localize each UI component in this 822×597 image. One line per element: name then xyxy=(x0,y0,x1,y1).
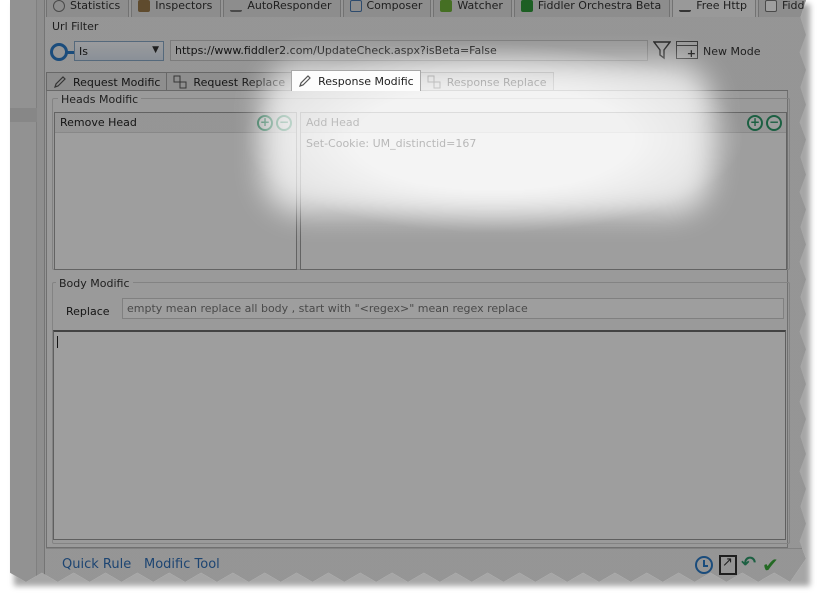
free-http-icon xyxy=(679,0,692,12)
tab-inspectors[interactable]: Inspectors xyxy=(131,0,222,17)
new-mode-icon[interactable]: + xyxy=(676,41,698,59)
add-head-header: Add Head + − xyxy=(301,113,786,133)
vertical-splitter[interactable] xyxy=(37,0,45,582)
autoresponder-icon xyxy=(230,0,243,12)
orchestra-icon xyxy=(520,0,533,12)
session-row-highlight xyxy=(10,108,37,122)
remove-head-panel: Remove Head + − xyxy=(54,112,297,270)
popout-icon[interactable] xyxy=(719,555,737,575)
tab-request-modific[interactable]: Request Modific xyxy=(46,72,168,91)
statistics-icon xyxy=(53,0,65,12)
replace-input[interactable]: empty mean replace all body , start with… xyxy=(122,298,784,319)
new-mode-label[interactable]: New Mode xyxy=(703,45,760,58)
add-head-button[interactable]: + xyxy=(747,115,763,131)
tab-autoresponder[interactable]: AutoResponder xyxy=(223,0,341,17)
url-match-value: Is xyxy=(79,44,88,58)
delete-remove-head-button[interactable]: − xyxy=(276,115,292,131)
clock-icon[interactable] xyxy=(695,556,713,574)
fiddler-freehttp-window: Statistics Inspectors AutoResponder Comp… xyxy=(10,0,806,582)
replace-icon xyxy=(173,75,187,89)
body-modific-legend: Body Modific xyxy=(56,277,133,290)
add-head-panel: Add Head + − Set-Cookie: UM_distinctid=1… xyxy=(300,112,787,270)
fiddlerscript-icon xyxy=(764,0,777,12)
tab-watcher[interactable]: Watcher xyxy=(433,0,512,17)
tab-composer[interactable]: Composer xyxy=(342,0,432,17)
tab-request-replace[interactable]: Request Replace xyxy=(166,72,293,91)
funnel-icon[interactable] xyxy=(653,40,671,60)
remove-head-title: Remove Head xyxy=(60,116,137,129)
body-editor[interactable] xyxy=(53,330,786,540)
text-caret xyxy=(57,336,58,348)
check-icon[interactable]: ✔ xyxy=(762,553,779,577)
pencil-icon xyxy=(299,75,311,87)
modific-tool-link[interactable]: Modific Tool xyxy=(144,557,220,572)
url-match-select[interactable]: Is ▼ xyxy=(74,41,164,61)
tab-free-http[interactable]: Free Http xyxy=(672,0,756,17)
tab-response-modific[interactable]: Response Modific xyxy=(291,70,421,91)
replace-icon xyxy=(427,75,441,89)
list-item[interactable]: Set-Cookie: UM_distinctid=167 xyxy=(301,133,786,154)
heads-modific-legend: Heads Modific xyxy=(58,93,142,106)
filter-toggle-tail xyxy=(66,51,74,54)
remove-head-header: Remove Head + − xyxy=(55,113,296,133)
add-remove-head-button[interactable]: + xyxy=(257,115,273,131)
replace-label: Replace xyxy=(66,305,110,318)
undo-icon[interactable]: ↶ xyxy=(741,553,756,574)
quick-rule-link[interactable]: Quick Rule xyxy=(62,557,131,572)
tab-fiddlerscript[interactable]: FiddlerScript xyxy=(757,0,806,17)
chevron-down-icon: ▼ xyxy=(152,45,159,55)
plus-icon: + xyxy=(686,47,696,60)
inspectors-icon xyxy=(138,0,151,12)
url-filter-input[interactable]: https://www.fiddler2.com/UpdateCheck.asp… xyxy=(170,40,648,61)
delete-head-button[interactable]: − xyxy=(766,115,782,131)
composer-icon xyxy=(349,0,362,12)
tab-response-replace[interactable]: Response Replace xyxy=(419,72,554,91)
tab-fiddler-orchestra[interactable]: Fiddler Orchestra Beta xyxy=(513,0,671,17)
tab-statistics[interactable]: Statistics xyxy=(46,0,130,17)
watcher-icon xyxy=(440,0,453,12)
pencil-icon xyxy=(54,76,66,88)
modific-tab-strip: Request Modific Request Replace Response… xyxy=(46,70,554,91)
top-tab-strip: Statistics Inspectors AutoResponder Comp… xyxy=(46,0,806,17)
add-head-title: Add Head xyxy=(306,116,360,129)
session-list-edge xyxy=(10,0,37,582)
url-filter-label: Url Filter xyxy=(52,20,99,33)
